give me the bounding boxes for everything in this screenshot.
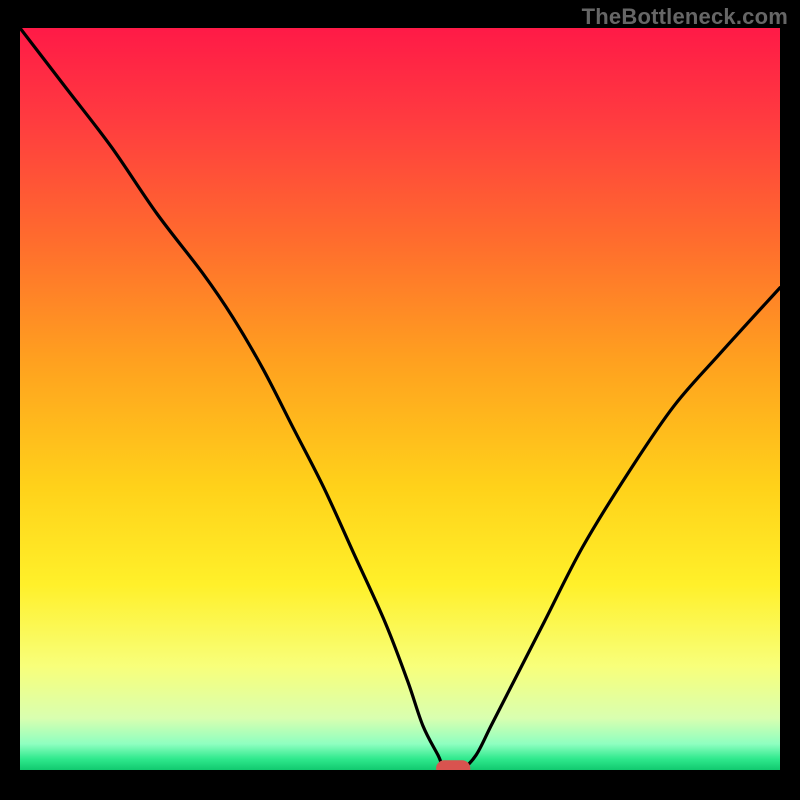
plot-area xyxy=(20,28,780,770)
attribution-text: TheBottleneck.com xyxy=(582,4,788,30)
chart-svg xyxy=(20,28,780,770)
optimal-marker xyxy=(436,760,470,770)
chart-container: TheBottleneck.com xyxy=(0,0,800,800)
